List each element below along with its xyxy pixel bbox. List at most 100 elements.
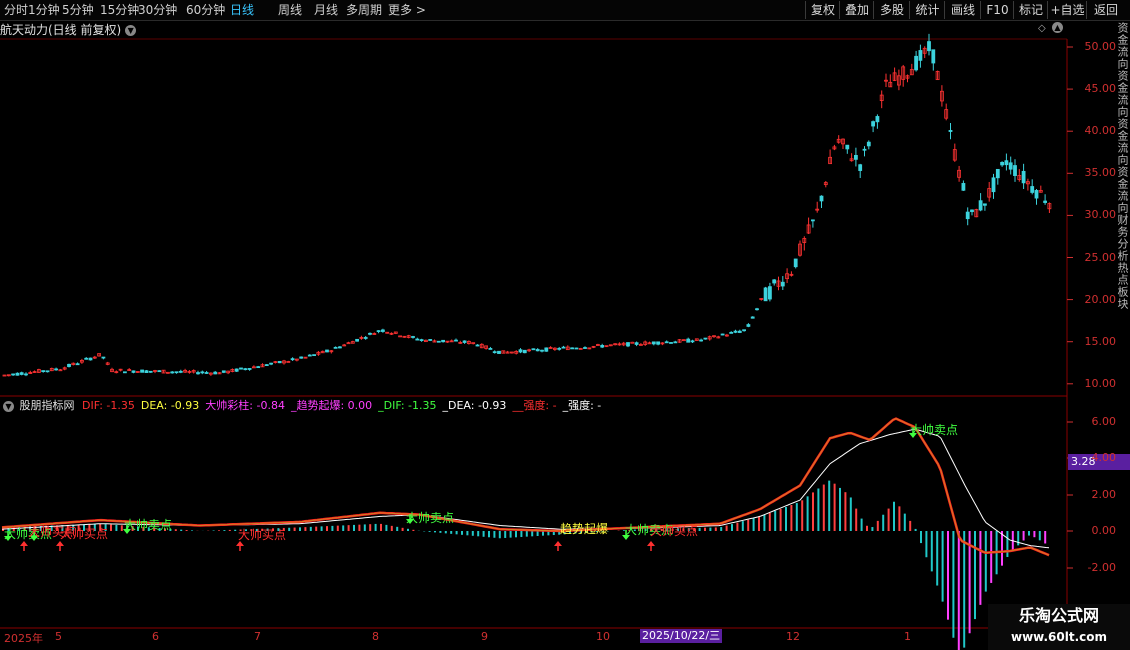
toolbar-button-5[interactable]: F10 (980, 1, 1014, 19)
chevron-down-icon[interactable]: ▼ (3, 400, 14, 412)
indicator-tick-2: 2.00 (1091, 488, 1117, 501)
period-tab-2[interactable]: 5分钟 (62, 2, 94, 18)
candle-body (725, 334, 729, 337)
toolbar-button-2[interactable]: 多股 (873, 1, 910, 19)
candle-body (385, 331, 390, 334)
candle-body (841, 138, 845, 145)
candle-body (733, 330, 738, 333)
candle-body (411, 336, 415, 338)
candle-body (712, 335, 716, 338)
candle-body (768, 286, 772, 300)
toolbar-button-8[interactable]: 返回 (1086, 1, 1125, 19)
candle-body (909, 69, 914, 76)
candle-body (897, 75, 901, 86)
candle-body (583, 347, 587, 349)
indicator-tick-4: -2.00 (1087, 561, 1116, 574)
candle-body (875, 116, 880, 123)
candle-body (763, 287, 768, 302)
date-highlight: 2025/10/22/三 (640, 629, 723, 643)
candle-body (398, 335, 403, 338)
candle-body (19, 372, 24, 375)
candle-body (67, 363, 71, 367)
candle-body (406, 335, 411, 338)
candle-body (647, 342, 652, 345)
candle-body (776, 280, 781, 287)
candle-body (393, 331, 398, 334)
candle-body (178, 370, 183, 373)
period-tab-9[interactable]: 多周期 (346, 2, 382, 18)
legend-item-7: _强度: - (562, 399, 602, 412)
candle-body (350, 341, 355, 344)
toolbar-button-0[interactable]: 复权 (805, 1, 840, 19)
candlestick-chart[interactable] (0, 0, 1130, 650)
candle-body (290, 358, 295, 361)
candle-body (260, 364, 265, 368)
toolbar-button-6[interactable]: 标记 (1013, 1, 1048, 19)
side-panel-tabs[interactable]: 资金流向资金流向资金流向资金流向财务分析热点板块 (1116, 22, 1130, 392)
period-tab-1[interactable]: 1分钟 (28, 2, 60, 18)
candle-body (11, 373, 16, 376)
signal-arrow (554, 541, 562, 546)
candle-body (677, 339, 682, 343)
legend-item-1: DEA: -0.93 (140, 399, 200, 412)
toolbar-button-3[interactable]: 统计 (909, 1, 945, 19)
signal-label-1: 大帅卖点 (124, 518, 173, 532)
candle-body (277, 360, 282, 364)
watermark: 乐淘公式网 www.60lt.com (988, 604, 1130, 650)
dif-overlay-line (1, 418, 1050, 556)
period-tab-10[interactable]: 更多 > (388, 2, 426, 18)
candle-body (58, 369, 63, 372)
period-tab-6[interactable]: 日线 (230, 2, 254, 18)
diamond-icon[interactable]: ◇ (1038, 23, 1046, 34)
period-tab-4[interactable]: 30分钟 (138, 2, 177, 18)
candle-body (221, 370, 226, 373)
candle-body (854, 154, 858, 160)
toolbar-button-4[interactable]: 画线 (944, 1, 981, 19)
candle-body (1017, 175, 1022, 180)
chevron-up-icon[interactable]: ▲ (1052, 22, 1063, 33)
candle-body (785, 273, 789, 280)
candle-body (742, 329, 746, 332)
candle-body (492, 351, 497, 354)
watermark-title: 乐淘公式网 (1018, 606, 1099, 625)
candle-body (376, 330, 381, 333)
period-tab-7[interactable]: 周线 (278, 2, 302, 18)
chevron-down-icon[interactable]: ▼ (125, 25, 137, 36)
candle-body (37, 369, 41, 373)
candle-body (123, 371, 127, 374)
candle-body (686, 338, 691, 343)
price-tick-3: 35.00 (1084, 166, 1117, 180)
candle-body (935, 71, 940, 81)
candle-body (669, 342, 673, 344)
legend-items: DIF: -1.35 DEA: -0.93 大帅彩柱: -0.84 _趋势起爆: 0.… (82, 399, 607, 412)
candle-body (690, 340, 695, 343)
candle-body (737, 330, 742, 333)
candle-body (316, 351, 321, 355)
candle-body (432, 340, 437, 343)
candle-body (682, 339, 686, 342)
candle-body (965, 211, 970, 220)
period-tab-3[interactable]: 15分钟 (100, 2, 139, 18)
candle-body (488, 348, 493, 350)
candle-body (634, 342, 639, 345)
candle-body (548, 347, 553, 349)
candle-body (170, 371, 175, 374)
candle-body (918, 50, 923, 61)
period-tab-8[interactable]: 月线 (314, 2, 338, 18)
candle-body (1026, 181, 1030, 185)
candle-body (974, 209, 979, 218)
toolbar-button-1[interactable]: 叠加 (839, 1, 874, 19)
candle-body (307, 354, 312, 357)
candle-body (191, 370, 196, 373)
candle-body (294, 358, 299, 361)
candle-body (522, 349, 527, 354)
candle-body (518, 349, 523, 353)
candle-body (561, 346, 566, 349)
candle-body (862, 148, 867, 151)
candle-body (978, 200, 983, 211)
period-tab-0[interactable]: 分时 (4, 2, 28, 18)
toolbar-button-7[interactable]: +自选 (1047, 1, 1087, 19)
candle-body (110, 368, 114, 373)
candle-body (617, 343, 622, 346)
period-tab-5[interactable]: 60分钟 (186, 2, 225, 18)
